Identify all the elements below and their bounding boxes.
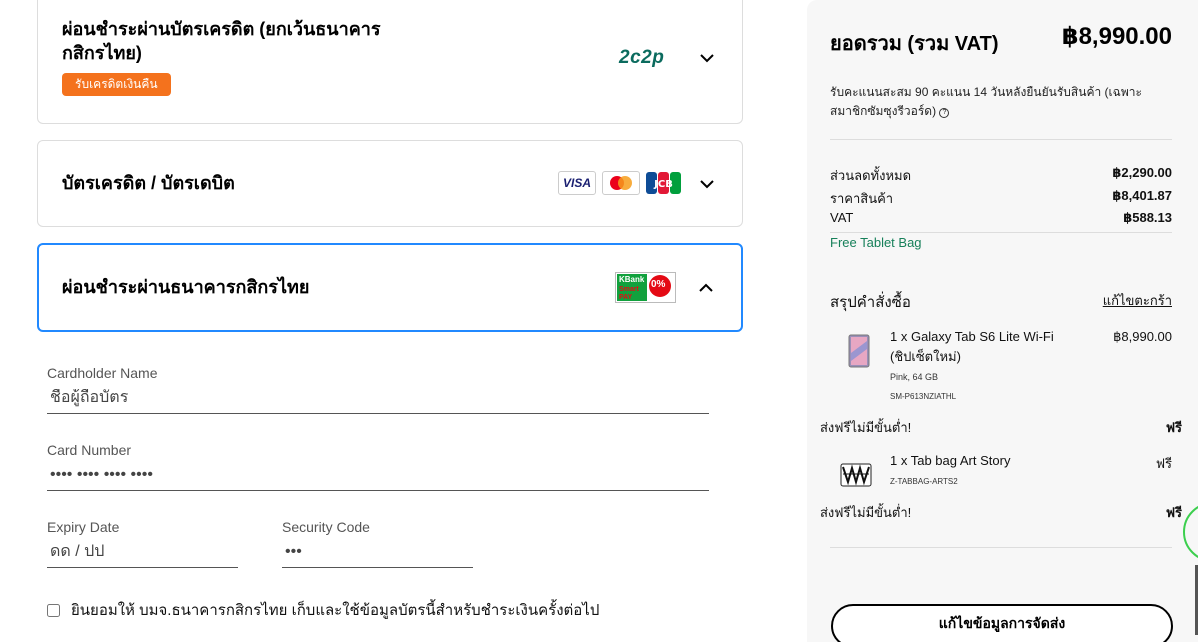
- order-summary-panel: ยอดรวม (รวม VAT) ฿8,990.00 รับคะแนนสะสม …: [807, 0, 1198, 642]
- security-code-input[interactable]: [282, 543, 473, 568]
- 2c2p-logo: 2c2p: [619, 47, 665, 68]
- payment-option-credit-debit[interactable]: บัตรเครดิต / บัตรเดบิต VISA JCB: [37, 140, 743, 227]
- item-name: 1 x Galaxy Tab S6 Lite Wi-Fi (ชิปเซ็ตใหม…: [890, 329, 1054, 364]
- credit-debit-title: บัตรเครดิต / บัตรเดบิต: [62, 173, 235, 193]
- chevron-down-icon[interactable]: [698, 175, 716, 193]
- product-price-row: ราคาสินค้า ฿8,401.87: [830, 188, 1172, 206]
- card-number-input[interactable]: [47, 466, 709, 491]
- item-variant: Pink, 64 GB: [890, 372, 939, 382]
- divider: [830, 547, 1172, 548]
- svg-text:JCB: JCB: [653, 179, 673, 190]
- discount-row: ส่วนลดทั้งหมด ฿2,290.00: [830, 165, 1172, 183]
- consent-text: ยินยอมให้ บมจ.ธนาคารกสิกรไทย เก็บและใช้ข…: [71, 602, 600, 619]
- item-price: ฿8,990.00: [1113, 329, 1172, 344]
- chevron-up-icon[interactable]: [697, 279, 715, 297]
- kbank-title: ผ่อนชำระผ่านธนาคารกสิกรไทย: [62, 277, 310, 297]
- installment-card-title-line2: กสิกรไทย): [62, 43, 142, 63]
- security-code-label: Security Code: [282, 519, 370, 535]
- kbank-smartpay-logo: KBank Smart PAY 0%: [615, 272, 676, 303]
- card-number-label: Card Number: [47, 442, 132, 458]
- expiry-label: Expiry Date: [47, 519, 120, 535]
- visa-logo: VISA: [558, 171, 596, 195]
- free-gift-label: Free Tablet Bag: [830, 235, 922, 250]
- edit-shipping-button[interactable]: แก้ไขข้อมูลการจัดส่ง: [831, 604, 1173, 642]
- expiry-date-input[interactable]: [47, 543, 238, 568]
- item-sku: Z-TABBAG-ARTS2: [890, 477, 958, 486]
- total-value: ฿8,990.00: [1061, 23, 1172, 50]
- shipping-row: ส่งฟรีไม่มีขั้นต่ำ! ฟรี: [820, 505, 1182, 520]
- shipping-row: ส่งฟรีไม่มีขั้นต่ำ! ฟรี: [820, 420, 1182, 435]
- mastercard-logo: [602, 171, 640, 195]
- jcb-logo: JCB: [645, 171, 683, 195]
- edit-cart-link[interactable]: แก้ไขตะกร้า: [1103, 290, 1172, 311]
- tablet-product-image: [845, 333, 875, 369]
- vat-row: VAT ฿588.13: [830, 210, 1172, 225]
- info-icon[interactable]: ?: [939, 108, 950, 118]
- divider: [830, 232, 1172, 233]
- payment-option-installment-card[interactable]: ผ่อนชำระผ่านบัตรเครดิต (ยกเว้นธนาคาร กสิ…: [37, 0, 743, 124]
- order-summary-title: สรุปคำสั่งซื้อ: [830, 294, 911, 311]
- cardholder-name-input[interactable]: [47, 389, 709, 414]
- divider: [830, 139, 1172, 140]
- cardholder-label: Cardholder Name: [47, 365, 158, 381]
- reward-points-text: รับคะแนนสะสม 90 คะแนน 14 วันหลังยืนยันรั…: [830, 85, 1142, 118]
- payment-option-kbank[interactable]: ผ่อนชำระผ่านธนาคารกสิกรไทย KBank Smart P…: [37, 243, 743, 332]
- consent-checkbox-row[interactable]: ยินยอมให้ บมจ.ธนาคารกสิกรไทย เก็บและใช้ข…: [47, 598, 599, 622]
- consent-checkbox[interactable]: [47, 603, 60, 617]
- item-sku: SM-P613NZIATHL: [890, 392, 957, 401]
- cashback-badge: รับเครดิตเงินคืน: [62, 73, 171, 96]
- chevron-down-icon[interactable]: [698, 49, 716, 67]
- installment-card-title-line1: ผ่อนชำระผ่านบัตรเครดิต (ยกเว้นธนาคาร: [62, 19, 381, 39]
- total-label: ยอดรวม (รวม VAT): [830, 33, 999, 55]
- item-name: 1 x Tab bag Art Story: [890, 453, 1011, 468]
- tab-bag-product-image: [840, 462, 872, 498]
- item-price: ฟรี: [1155, 456, 1172, 471]
